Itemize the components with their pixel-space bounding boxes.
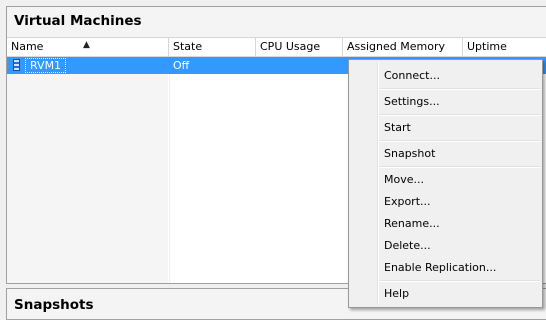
virtual-machine-icon (13, 59, 20, 71)
menu-separator (380, 140, 540, 142)
snapshots-title: Snapshots (14, 297, 94, 313)
menu-separator (380, 280, 540, 282)
context-menu: Connect... Settings... Start Snapshot Mo… (348, 59, 543, 308)
column-header-uptime[interactable]: Uptime (463, 38, 546, 56)
menu-item-snapshot[interactable]: Snapshot (384, 144, 435, 164)
column-divider (169, 74, 170, 283)
name-column-background (7, 74, 168, 283)
vm-state-cell: Off (173, 59, 190, 72)
menu-item-rename[interactable]: Rename... (384, 214, 440, 234)
menu-separator (380, 166, 540, 168)
menu-item-export[interactable]: Export... (384, 192, 431, 212)
menu-item-enable-replication[interactable]: Enable Replication... (384, 258, 496, 278)
column-header-row: Name ▲ State CPU Usage Assigned Memory U… (7, 38, 546, 57)
menu-item-settings[interactable]: Settings... (384, 92, 440, 112)
menu-item-move[interactable]: Move... (384, 170, 424, 190)
column-header-assigned-memory[interactable]: Assigned Memory (343, 38, 463, 56)
vm-name-cell: RVM1 (25, 58, 67, 73)
menu-item-connect[interactable]: Connect... (384, 66, 440, 86)
menu-icon-gutter (377, 62, 379, 305)
menu-item-delete[interactable]: Delete... (384, 236, 431, 256)
menu-item-start[interactable]: Start (384, 118, 411, 138)
column-header-cpu-usage[interactable]: CPU Usage (256, 38, 343, 56)
column-header-name[interactable]: Name ▲ (7, 38, 169, 56)
menu-separator (380, 88, 540, 90)
menu-separator (380, 114, 540, 116)
column-header-state[interactable]: State (169, 38, 256, 56)
menu-item-help[interactable]: Help (384, 284, 409, 304)
column-header-name-label: Name (11, 40, 44, 53)
sort-ascending-arrow-icon: ▲ (83, 40, 90, 50)
virtual-machines-title: Virtual Machines (7, 7, 546, 38)
